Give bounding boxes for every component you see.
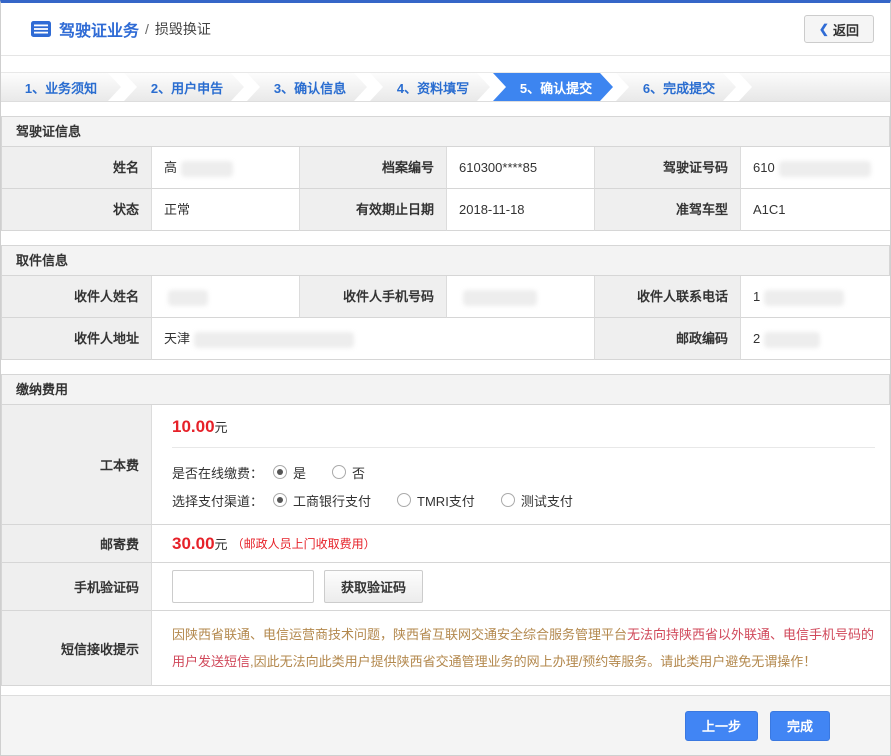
radio-option-tmri-label: TMRI支付 — [417, 491, 475, 510]
payment-channel-question: 选择支付渠道： — [172, 491, 263, 510]
field-label-status: 状态 — [2, 189, 152, 231]
field-label-recipient-address: 收件人地址 — [2, 318, 152, 360]
pickup-info-title: 取件信息 — [2, 246, 889, 276]
field-value-recipient-name — [152, 276, 300, 318]
radio-option-no[interactable]: 否 — [332, 463, 365, 482]
redacted-value — [463, 290, 537, 306]
field-label-production-fee: 工本费 — [2, 405, 152, 525]
production-fee-cell: 10.00元 是否在线缴费： 是 否 — [152, 405, 891, 525]
sms-notice-cell: 因陕西省联通、电信运营商技术问题，陕西省互联网交通安全综合服务管理平台无法向持陕… — [152, 611, 891, 686]
field-label-mail-fee: 邮寄费 — [2, 525, 152, 563]
field-value-expiry-date: 2018-11-18 — [447, 189, 595, 231]
online-payment-question: 是否在线缴费： — [172, 463, 263, 482]
radio-option-yes[interactable]: 是 — [273, 463, 306, 482]
field-value-postal-code: 2 — [741, 318, 891, 360]
license-info-title: 驾驶证信息 — [2, 117, 889, 147]
field-label-license-number: 驾驶证号码 — [595, 147, 741, 189]
redacted-value — [168, 290, 208, 306]
field-label-recipient-name: 收件人姓名 — [2, 276, 152, 318]
mail-fee-cell: 30.00元 （邮政人员上门收取费用） — [152, 525, 891, 563]
redacted-value — [779, 161, 871, 177]
radio-option-icbc-label: 工商银行支付 — [293, 491, 371, 510]
field-label-recipient-phone: 收件人联系电话 — [595, 276, 741, 318]
step-1[interactable]: 1、业务须知 — [1, 73, 121, 101]
production-fee-amount: 10.00 — [172, 417, 215, 436]
breadcrumb-separator: / — [145, 21, 149, 37]
radio-selected-icon[interactable] — [273, 493, 287, 507]
radio-option-icbc[interactable]: 工商银行支付 — [273, 491, 371, 510]
list-icon — [31, 21, 51, 37]
step-2[interactable]: 2、用户申告 — [124, 73, 244, 101]
radio-option-yes-label: 是 — [293, 463, 306, 482]
radio-option-test[interactable]: 测试支付 — [501, 491, 573, 510]
license-info-section: 驾驶证信息 姓名 高 档案编号 610300****85 驾驶证号码 610 状… — [1, 116, 890, 231]
field-value-file-number: 610300****85 — [447, 147, 595, 189]
production-fee-unit: 元 — [215, 420, 228, 435]
field-value-recipient-phone: 1 — [741, 276, 891, 318]
field-value-recipient-mobile — [447, 276, 595, 318]
step-wizard: 1、业务须知 2、用户申告 3、确认信息 4、资料填写 5、确认提交 6、完成提… — [1, 72, 890, 102]
field-label-sms-notice: 短信接收提示 — [2, 611, 152, 686]
header: 驾驶证业务 / 损毁换证 ❮ 返回 — [1, 3, 890, 56]
redacted-value — [764, 332, 820, 348]
sms-code-input[interactable] — [172, 570, 314, 603]
step-6[interactable]: 6、完成提交 — [616, 73, 736, 101]
mail-fee-unit: 元 — [215, 534, 228, 553]
radio-unselected-icon[interactable] — [501, 493, 515, 507]
step-4[interactable]: 4、资料填写 — [370, 73, 490, 101]
field-value-recipient-address: 天津 — [152, 318, 595, 360]
field-label-name: 姓名 — [2, 147, 152, 189]
step-filler — [739, 73, 890, 101]
previous-step-button[interactable]: 上一步 — [685, 711, 758, 741]
fees-title: 缴纳费用 — [2, 375, 889, 405]
radio-selected-icon[interactable] — [273, 465, 287, 479]
get-code-button[interactable]: 获取验证码 — [324, 570, 423, 603]
radio-unselected-icon[interactable] — [397, 493, 411, 507]
field-value-status: 正常 — [152, 189, 300, 231]
field-value-name: 高 — [152, 147, 300, 189]
redacted-value — [181, 161, 233, 177]
mail-fee-note: （邮政人员上门收取费用） — [232, 535, 376, 552]
field-value-vehicle-class: A1C1 — [741, 189, 891, 231]
radio-unselected-icon[interactable] — [332, 465, 346, 479]
page-title: 驾驶证业务 — [59, 17, 139, 41]
radio-option-no-label: 否 — [352, 463, 365, 482]
back-button-label: 返回 — [833, 20, 859, 39]
field-label-postal-code: 邮政编码 — [595, 318, 741, 360]
sms-notice-part3: ,因此无法向此类用户提供陕西省交通管理业务的网上办理/预约等服务。请此类用户避免… — [250, 654, 816, 669]
page: 驾驶证业务 / 损毁换证 ❮ 返回 1、业务须知 2、用户申告 3、确认信息 4… — [0, 0, 891, 756]
fees-section: 缴纳费用 工本费 10.00元 是否在线缴费： 是 — [1, 374, 890, 686]
field-label-file-number: 档案编号 — [300, 147, 447, 189]
sms-code-cell: 获取验证码 — [152, 563, 891, 611]
field-value-license-number: 610 — [741, 147, 891, 189]
mail-fee-amount: 30.00 — [172, 534, 215, 554]
pickup-info-section: 取件信息 收件人姓名 收件人手机号码 收件人联系电话 1 收件人地址 天津 邮政… — [1, 245, 890, 360]
payment-channel-row: 选择支付渠道： 工商银行支付 TMRI支付 测试支付 — [172, 486, 875, 514]
step-3[interactable]: 3、确认信息 — [247, 73, 367, 101]
finish-button[interactable]: 完成 — [770, 711, 830, 741]
redacted-value — [194, 332, 354, 348]
chevron-left-icon: ❮ — [819, 22, 829, 36]
radio-option-tmri[interactable]: TMRI支付 — [397, 491, 475, 510]
step-5-active[interactable]: 5、确认提交 — [493, 73, 613, 101]
field-label-sms-code: 手机验证码 — [2, 563, 152, 611]
back-button[interactable]: ❮ 返回 — [804, 15, 874, 43]
radio-option-test-label: 测试支付 — [521, 491, 573, 510]
online-payment-question-row: 是否在线缴费： 是 否 — [172, 458, 875, 486]
footer-bar: 上一步 完成 — [1, 695, 890, 755]
field-label-expiry-date: 有效期止日期 — [300, 189, 447, 231]
sms-notice-part1: 因陕西省联通、电信运营商技术问题，陕西省互联网交通安全综合服务管理平台 — [172, 627, 627, 642]
field-label-vehicle-class: 准驾车型 — [595, 189, 741, 231]
breadcrumb-current: 损毁换证 — [155, 19, 211, 39]
redacted-value — [764, 290, 844, 306]
field-label-recipient-mobile: 收件人手机号码 — [300, 276, 447, 318]
